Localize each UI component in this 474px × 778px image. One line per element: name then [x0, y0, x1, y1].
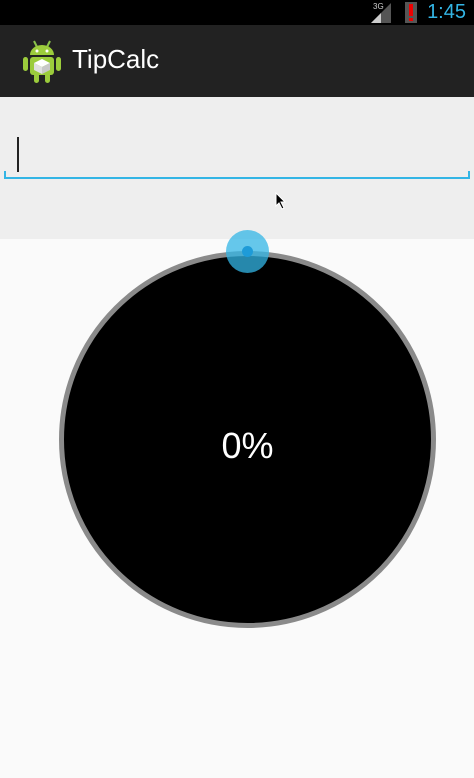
input-underline — [4, 171, 470, 179]
dial-knob-center — [242, 246, 253, 257]
status-time: 1:45 — [427, 1, 466, 23]
android-app-icon — [23, 40, 61, 83]
status-icons: 3G 1:45 — [369, 0, 474, 25]
alert-icon — [405, 2, 418, 23]
status-bar: 3G 1:45 — [0, 0, 474, 25]
tip-dial[interactable]: 0% — [59, 251, 436, 628]
tip-percent-label: 0% — [221, 424, 274, 466]
bill-amount-field[interactable] — [4, 135, 470, 179]
text-caret — [17, 137, 19, 172]
mouse-pointer-icon — [275, 192, 287, 210]
network-type-label: 3G — [373, 2, 384, 11]
input-panel — [0, 97, 474, 239]
app-title: TipCalc — [72, 44, 160, 74]
signal-icon: 3G — [371, 2, 392, 23]
action-bar: TipCalc — [0, 25, 474, 97]
bill-amount-input[interactable] — [4, 135, 470, 177]
